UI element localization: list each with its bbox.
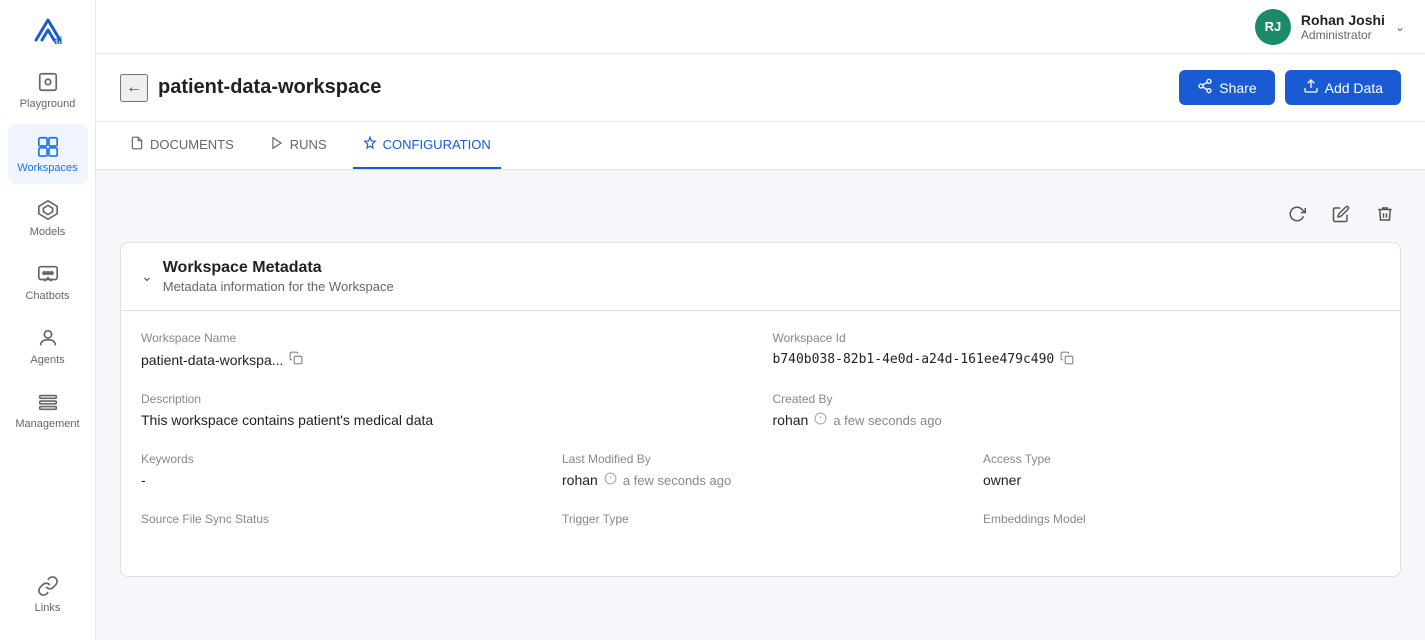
sidebar-item-links[interactable]: Links [8, 564, 88, 624]
created-by-value: rohan a few seconds ago [773, 412, 1381, 428]
svg-text:ai: ai [54, 36, 63, 47]
metadata-card: ⌄ Workspace Metadata Metadata informatio… [120, 242, 1401, 577]
user-name: Rohan Joshi [1301, 12, 1385, 28]
last-modified-info-icon [604, 472, 617, 488]
trigger-type-field: Trigger Type [562, 512, 959, 532]
sidebar-item-label-management: Management [15, 418, 79, 430]
metadata-row-2: Description This workspace contains pati… [141, 392, 1380, 428]
created-by-info-icon [814, 412, 827, 428]
toolbar-row [120, 190, 1401, 242]
share-label: Share [1219, 80, 1256, 96]
last-modified-value: rohan a few seconds ago [562, 472, 959, 488]
trigger-type-label: Trigger Type [562, 512, 959, 526]
back-button[interactable]: ← [120, 74, 148, 102]
app-logo: ai [24, 12, 72, 52]
created-by-label: Created By [773, 392, 1381, 406]
keywords-label: Keywords [141, 452, 538, 466]
workspace-name-label: Workspace Name [141, 331, 749, 345]
add-data-label: Add Data [1325, 80, 1383, 96]
chatbots-icon [36, 262, 60, 286]
sidebar-item-management[interactable]: Management [8, 380, 88, 440]
metadata-row-3: Keywords - Last Modified By rohan [141, 452, 1380, 488]
share-icon [1197, 78, 1213, 97]
access-type-field: Access Type owner [983, 452, 1380, 488]
chevron-down-icon: ⌄ [1395, 20, 1405, 34]
tab-documents-label: DOCUMENTS [150, 137, 234, 152]
sidebar-item-label-workspaces: Workspaces [17, 162, 77, 174]
metadata-header[interactable]: ⌄ Workspace Metadata Metadata informatio… [121, 243, 1400, 311]
metadata-title: Workspace Metadata [163, 259, 394, 277]
sidebar-item-label-playground: Playground [20, 98, 76, 110]
description-field: Description This workspace contains pati… [141, 392, 749, 428]
copy-workspace-id-button[interactable] [1060, 351, 1074, 368]
access-type-value: owner [983, 472, 1380, 488]
content-body: ⌄ Workspace Metadata Metadata informatio… [96, 170, 1425, 597]
documents-tab-icon [130, 136, 144, 153]
access-type-label: Access Type [983, 452, 1380, 466]
tab-runs[interactable]: RUNS [260, 122, 337, 169]
topbar: RJ Rohan Joshi Administrator ⌄ [96, 0, 1425, 54]
avatar: RJ [1255, 9, 1291, 45]
keywords-field: Keywords - [141, 452, 538, 488]
created-by-field: Created By rohan a few seconds ago [773, 392, 1381, 428]
breadcrumb: ← patient-data-workspace [120, 74, 381, 102]
management-icon [36, 390, 60, 414]
page-title: patient-data-workspace [158, 76, 381, 99]
sidebar-item-label-models: Models [30, 226, 65, 238]
sidebar: ai Playground Workspaces Models [0, 0, 96, 640]
keywords-value: - [141, 472, 538, 488]
user-menu[interactable]: RJ Rohan Joshi Administrator ⌄ [1255, 9, 1405, 45]
agents-icon [36, 326, 60, 350]
source-file-label: Source File Sync Status [141, 512, 538, 526]
tab-runs-label: RUNS [290, 137, 327, 152]
add-data-icon [1303, 78, 1319, 97]
share-button[interactable]: Share [1179, 70, 1274, 105]
tabs-bar: DOCUMENTS RUNS CONFIGURATION [96, 122, 1425, 170]
metadata-row-1: Workspace Name patient-data-workspa... W… [141, 331, 1380, 368]
edit-button[interactable] [1325, 198, 1357, 230]
metadata-row-4: Source File Sync Status Trigger Type Emb… [141, 512, 1380, 532]
sidebar-item-label-agents: Agents [30, 354, 64, 366]
metadata-subtitle: Metadata information for the Workspace [163, 279, 394, 294]
workspace-id-value: b740b038-82b1-4e0d-a24d-161ee479c490 [773, 351, 1381, 368]
tab-configuration-label: CONFIGURATION [383, 137, 491, 152]
workspace-name-value: patient-data-workspa... [141, 351, 749, 368]
tab-configuration[interactable]: CONFIGURATION [353, 122, 501, 169]
add-data-button[interactable]: Add Data [1285, 70, 1401, 105]
configuration-tab-icon [363, 136, 377, 153]
embeddings-model-field: Embeddings Model [983, 512, 1380, 532]
models-icon [36, 198, 60, 222]
runs-tab-icon [270, 136, 284, 153]
description-value: This workspace contains patient's medica… [141, 412, 749, 428]
sidebar-item-label-links: Links [35, 602, 61, 614]
workspace-id-field: Workspace Id b740b038-82b1-4e0d-a24d-161… [773, 331, 1381, 368]
content-header: ← patient-data-workspace Share [96, 54, 1425, 122]
sidebar-item-label-chatbots: Chatbots [25, 290, 69, 302]
links-icon [36, 574, 60, 598]
workspace-id-label: Workspace Id [773, 331, 1381, 345]
user-role: Administrator [1301, 28, 1385, 42]
tab-documents[interactable]: DOCUMENTS [120, 122, 244, 169]
metadata-body: Workspace Name patient-data-workspa... W… [121, 311, 1400, 576]
sidebar-item-workspaces[interactable]: Workspaces [8, 124, 88, 184]
delete-button[interactable] [1369, 198, 1401, 230]
collapse-icon: ⌄ [141, 268, 153, 285]
workspace-name-field: Workspace Name patient-data-workspa... [141, 331, 749, 368]
sidebar-item-playground[interactable]: Playground [8, 60, 88, 120]
embeddings-model-label: Embeddings Model [983, 512, 1380, 526]
refresh-button[interactable] [1281, 198, 1313, 230]
description-label: Description [141, 392, 749, 406]
sidebar-item-models[interactable]: Models [8, 188, 88, 248]
sidebar-item-chatbots[interactable]: Chatbots [8, 252, 88, 312]
last-modified-field: Last Modified By rohan a few seconds ago [562, 452, 959, 488]
playground-icon [36, 70, 60, 94]
source-file-field: Source File Sync Status [141, 512, 538, 532]
last-modified-label: Last Modified By [562, 452, 959, 466]
copy-workspace-name-button[interactable] [289, 351, 303, 368]
header-actions: Share Add Data [1179, 70, 1401, 105]
sidebar-item-agents[interactable]: Agents [8, 316, 88, 376]
main-content: ← patient-data-workspace Share [96, 54, 1425, 640]
workspaces-icon [36, 134, 60, 158]
